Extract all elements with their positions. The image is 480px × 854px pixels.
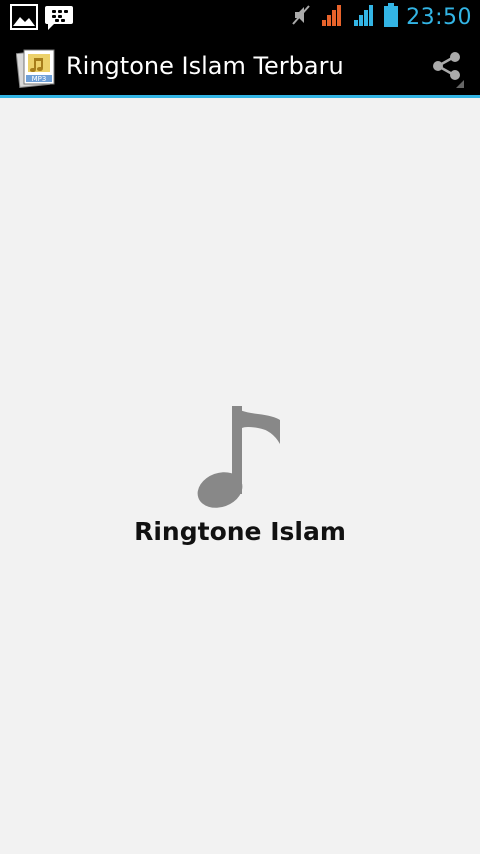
main-title: Ringtone Islam [134, 517, 346, 546]
svg-text:MP3: MP3 [32, 75, 47, 83]
share-icon[interactable] [430, 48, 466, 88]
action-bar: MP3 Ringtone Islam Terbaru [0, 34, 480, 95]
bbm-notification-icon [44, 4, 74, 37]
app-title: Ringtone Islam Terbaru [66, 52, 344, 80]
status-clock: 23:50 [406, 4, 472, 30]
status-bar: 23:50 [0, 0, 480, 34]
silent-mode-icon [290, 3, 312, 32]
battery-icon [384, 2, 399, 32]
signal-1-icon [320, 3, 344, 32]
screen: 23:50 MP3 Ringtone Islam Terbaru Rington… [0, 0, 480, 854]
signal-2-icon [352, 3, 376, 32]
mp3-file-icon[interactable]: MP3 [15, 48, 62, 89]
main-content: Ringtone Islam [0, 98, 480, 854]
image-notification-icon [10, 4, 38, 37]
music-note-icon [196, 406, 282, 508]
system-icons: 23:50 [290, 2, 472, 32]
notification-icons [10, 4, 74, 37]
